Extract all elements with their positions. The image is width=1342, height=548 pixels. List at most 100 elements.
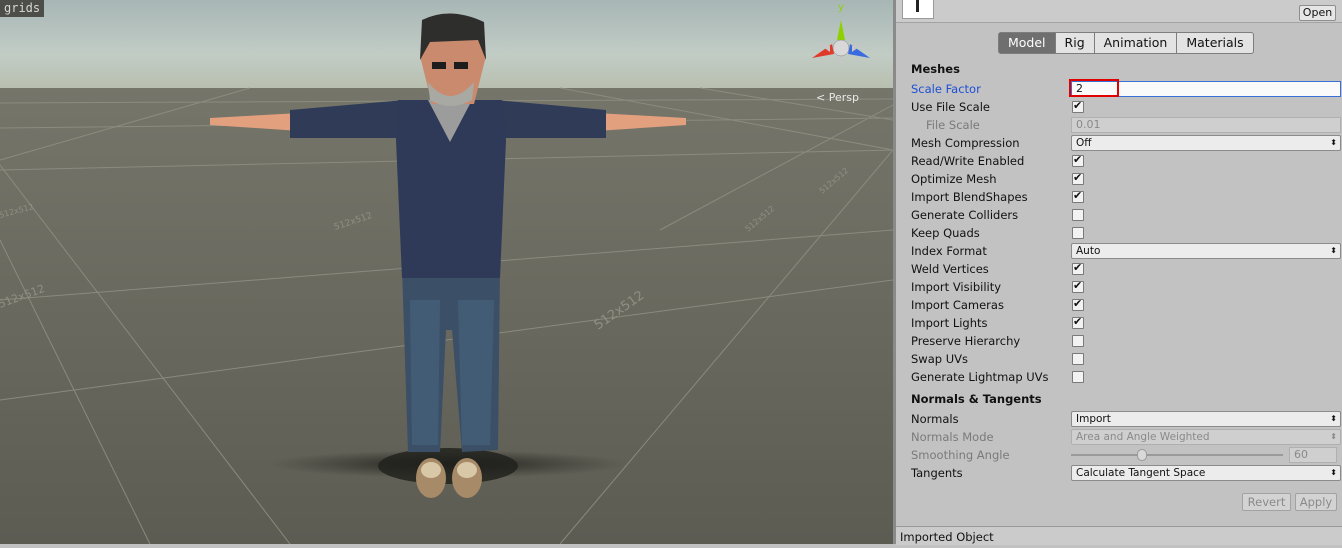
- swap-uvs-row: Swap UVs: [911, 350, 1341, 368]
- import-blendshapes-row: Import BlendShapes ✔: [911, 188, 1341, 206]
- use-file-scale-label: Use File Scale: [911, 100, 990, 114]
- file-scale-row: File Scale 0.01: [911, 116, 1341, 134]
- check-icon: ✔: [1073, 261, 1083, 274]
- weld-vertices-row: Weld Vertices ✔: [911, 260, 1341, 278]
- use-file-scale-row: Use File Scale ✔: [911, 98, 1341, 116]
- read-write-enabled-row: Read/Write Enabled ✔: [911, 152, 1341, 170]
- smoothing-angle-slider-handle: [1136, 449, 1147, 461]
- check-icon: ✔: [1073, 153, 1083, 166]
- keep-quads-label: Keep Quads: [911, 226, 980, 240]
- import-lights-checkbox[interactable]: ✔: [1072, 315, 1084, 329]
- generate-lightmap-uvs-checkbox[interactable]: [1072, 371, 1084, 383]
- import-cameras-checkbox[interactable]: ✔: [1072, 297, 1084, 311]
- apply-button[interactable]: Apply: [1295, 493, 1337, 511]
- dropdown-arrow-icon: ⬍: [1330, 414, 1337, 423]
- scene-grid-label: grids: [0, 0, 45, 17]
- optimize-mesh-label: Optimize Mesh: [911, 172, 997, 186]
- scene-orientation-gizmo-icon[interactable]: [808, 6, 874, 80]
- normals-value: Import: [1076, 413, 1111, 425]
- import-visibility-checkbox[interactable]: ✔: [1072, 279, 1084, 293]
- swap-uvs-checkbox[interactable]: [1072, 353, 1084, 365]
- check-icon: ✔: [1073, 297, 1083, 310]
- projection-toggle[interactable]: < Persp: [816, 91, 859, 104]
- generate-colliders-row: Generate Colliders: [911, 206, 1341, 224]
- preserve-hierarchy-label: Preserve Hierarchy: [911, 334, 1021, 348]
- optimize-mesh-row: Optimize Mesh ✔: [911, 170, 1341, 188]
- asset-preview-icon: [902, 0, 934, 19]
- keep-quads-row: Keep Quads: [911, 224, 1341, 242]
- normals-mode-row: Normals Mode Area and Angle Weighted ⬍: [911, 428, 1341, 446]
- check-icon: ✔: [1073, 315, 1083, 328]
- gizmo-axis-label: y: [838, 2, 844, 13]
- meshes-header: Meshes: [911, 62, 960, 76]
- tangents-row: Tangents Calculate Tangent Space ⬍: [911, 464, 1341, 482]
- smoothing-angle-label: Smoothing Angle: [911, 448, 1010, 462]
- inspector-panel: Open Model Rig Animation Materials Meshe…: [896, 0, 1342, 545]
- read-write-enabled-label: Read/Write Enabled: [911, 154, 1025, 168]
- tab-rig[interactable]: Rig: [1055, 32, 1095, 54]
- generate-lightmap-uvs-row: Generate Lightmap UVs: [911, 368, 1341, 386]
- generate-colliders-checkbox[interactable]: [1072, 209, 1084, 221]
- normals-row: Normals Import ⬍: [911, 410, 1341, 428]
- tab-materials[interactable]: Materials: [1177, 32, 1254, 54]
- dropdown-arrow-icon: ⬍: [1330, 468, 1337, 477]
- dropdown-arrow-icon: ⬍: [1330, 138, 1337, 147]
- weld-vertices-checkbox[interactable]: ✔: [1072, 261, 1084, 275]
- import-lights-label: Import Lights: [911, 316, 988, 330]
- import-lights-row: Import Lights ✔: [911, 314, 1341, 332]
- dropdown-arrow-icon: ⬍: [1330, 432, 1337, 441]
- import-visibility-row: Import Visibility ✔: [911, 278, 1341, 296]
- scene-viewport[interactable]: 512x512 512x512 512x512 512x512 512x512 …: [0, 0, 893, 544]
- imported-object-footer: Imported Object: [896, 526, 1342, 545]
- revert-button[interactable]: Revert: [1242, 493, 1291, 511]
- check-icon: ✔: [1073, 279, 1083, 292]
- open-button[interactable]: Open: [1299, 5, 1336, 21]
- imported-object-label: Imported Object: [900, 530, 994, 544]
- mesh-compression-value: Off: [1076, 137, 1092, 149]
- index-format-dropdown[interactable]: Auto ⬍: [1071, 243, 1341, 259]
- scale-factor-row: Scale Factor 2: [911, 79, 1341, 98]
- read-write-enabled-checkbox[interactable]: ✔: [1072, 153, 1084, 167]
- tab-animation[interactable]: Animation: [1094, 32, 1178, 54]
- use-file-scale-checkbox[interactable]: ✔: [1072, 99, 1084, 113]
- check-icon: ✔: [1073, 99, 1083, 112]
- preserve-hierarchy-checkbox[interactable]: [1072, 335, 1084, 347]
- highlight-box: [1069, 79, 1119, 97]
- optimize-mesh-checkbox[interactable]: ✔: [1072, 171, 1084, 185]
- smoothing-angle-row: Smoothing Angle 60: [911, 446, 1341, 464]
- index-format-label: Index Format: [911, 244, 987, 258]
- mesh-compression-dropdown[interactable]: Off ⬍: [1071, 135, 1341, 151]
- normals-mode-dropdown: Area and Angle Weighted ⬍: [1071, 429, 1341, 445]
- import-blendshapes-label: Import BlendShapes: [911, 190, 1028, 204]
- mesh-compression-row: Mesh Compression Off ⬍: [911, 134, 1341, 152]
- file-scale-label: File Scale: [926, 118, 980, 132]
- normals-dropdown[interactable]: Import ⬍: [1071, 411, 1341, 427]
- tangents-dropdown[interactable]: Calculate Tangent Space ⬍: [1071, 465, 1341, 481]
- import-cameras-label: Import Cameras: [911, 298, 1004, 312]
- import-blendshapes-checkbox[interactable]: ✔: [1072, 189, 1084, 203]
- import-cameras-row: Import Cameras ✔: [911, 296, 1341, 314]
- import-visibility-label: Import Visibility: [911, 280, 1002, 294]
- tab-model[interactable]: Model: [998, 32, 1056, 54]
- keep-quads-checkbox[interactable]: [1072, 227, 1084, 239]
- file-scale-input: 0.01: [1071, 117, 1341, 133]
- import-settings-tabs: Model Rig Animation Materials: [998, 32, 1254, 54]
- dropdown-arrow-icon: ⬍: [1330, 246, 1337, 255]
- weld-vertices-label: Weld Vertices: [911, 262, 989, 276]
- tangents-value: Calculate Tangent Space: [1076, 467, 1206, 479]
- normals-tangents-header: Normals & Tangents: [911, 392, 1042, 406]
- generate-lightmap-uvs-label: Generate Lightmap UVs: [911, 370, 1049, 384]
- check-icon: ✔: [1073, 171, 1083, 184]
- scale-factor-label: Scale Factor: [911, 82, 981, 96]
- inspector-header: Open: [896, 0, 1342, 23]
- projection-label: Persp: [828, 91, 859, 104]
- swap-uvs-label: Swap UVs: [911, 352, 968, 366]
- normals-label: Normals: [911, 412, 959, 426]
- generate-colliders-label: Generate Colliders: [911, 208, 1019, 222]
- scene-view[interactable]: 512x512 512x512 512x512 512x512 512x512 …: [0, 0, 893, 544]
- check-icon: ✔: [1073, 189, 1083, 202]
- smoothing-angle-slider: [1071, 454, 1283, 456]
- index-format-value: Auto: [1076, 245, 1101, 257]
- smoothing-angle-input: 60: [1289, 447, 1337, 463]
- normals-mode-value: Area and Angle Weighted: [1076, 431, 1210, 443]
